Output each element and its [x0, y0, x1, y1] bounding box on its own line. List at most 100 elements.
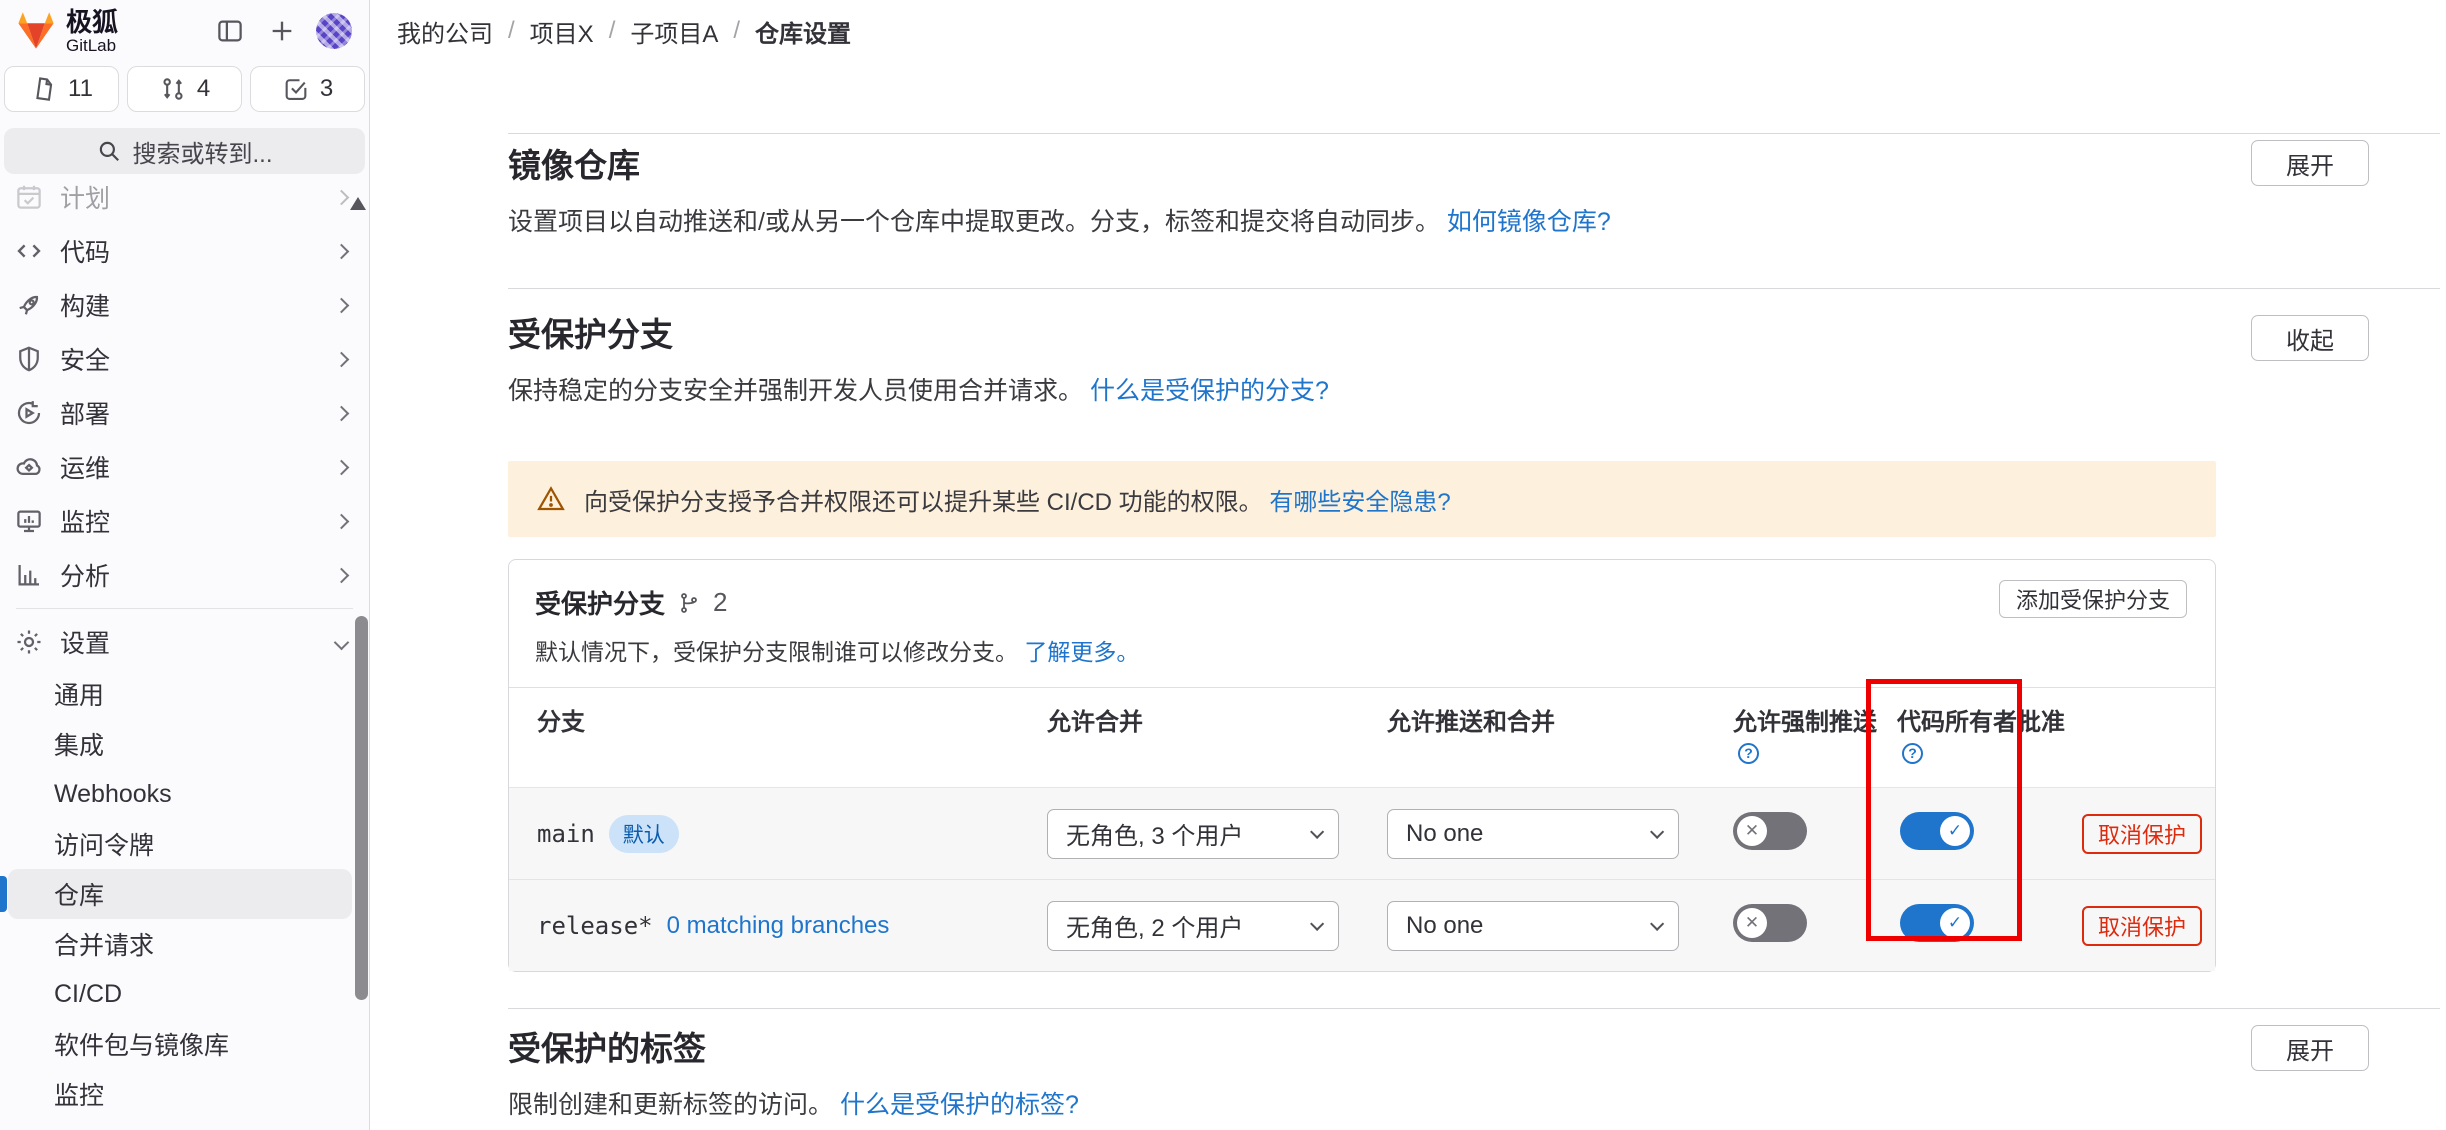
subnav-label: 仓库 [54, 876, 104, 912]
sidebar-item-monitor[interactable]: 监控 [0, 494, 369, 548]
sidebar-item-general[interactable]: 通用 [0, 669, 369, 719]
chevron-right-icon [334, 189, 350, 205]
protected-tags-expand-button[interactable]: 展开 [2251, 1025, 2369, 1071]
subnav-label: 监控 [54, 1076, 104, 1112]
subnav-label: 通用 [54, 676, 104, 712]
sidebar-top: 极狐 GitLab [0, 0, 369, 62]
breadcrumb-group[interactable]: 我的公司 [397, 14, 493, 49]
table-row: main 默认 无角色, 3 个用户 No one ✕ [509, 787, 2215, 879]
merge-requests-count: 4 [197, 75, 210, 103]
protected-tags-help-link[interactable]: 什么是受保护的标签? [840, 1091, 1079, 1119]
nav-label: 监控 [60, 503, 320, 539]
chart-icon [14, 560, 44, 590]
warning-text: 向受保护分支授予合并权限还可以提升某些 CI/CD 功能的权限。 [584, 489, 1263, 516]
chevron-down-icon [1650, 916, 1664, 930]
protected-tags-description-text: 限制创建和更新标签的访问。 [508, 1091, 833, 1119]
settings-content: 镜像仓库 设置项目以自动推送和/或从另一个仓库中提取更改。分支，标签和提交将自动… [371, 133, 2446, 1130]
todos-counter[interactable]: 3 [250, 66, 365, 112]
merge-requests-counter[interactable]: 4 [127, 66, 242, 112]
warning-help-link[interactable]: 有哪些安全隐患? [1269, 489, 1450, 516]
force-push-toggle[interactable]: ✕ [1733, 812, 1807, 850]
monitor-icon [14, 506, 44, 536]
unprotect-button[interactable]: 取消保护 [2082, 906, 2202, 946]
protected-branches-help-link[interactable]: 什么是受保护的分支? [1090, 377, 1329, 405]
protected-branches-collapse-button[interactable]: 收起 [2251, 315, 2369, 361]
sidebar-item-integrations[interactable]: 集成 [0, 719, 369, 769]
mirror-section-title: 镜像仓库 [508, 146, 1611, 186]
counter-pills: 11 4 3 [0, 62, 369, 112]
scroll-up-arrow-icon[interactable] [350, 197, 366, 210]
code-owner-help-icon[interactable]: ? [1902, 743, 1923, 764]
allowed-to-push-dropdown[interactable]: No one [1387, 809, 1679, 859]
force-push-toggle[interactable]: ✕ [1733, 904, 1807, 942]
security-warning-banner: 向受保护分支授予合并权限还可以提升某些 CI/CD 功能的权限。 有哪些安全隐患… [508, 461, 2216, 537]
nav-label: 分析 [60, 557, 320, 593]
sidebar-item-access-tokens[interactable]: 访问令牌 [0, 819, 369, 869]
sidebar-item-monitor-settings[interactable]: 监控 [0, 1069, 369, 1119]
code-owner-approval-toggle[interactable]: ✓ [1900, 904, 1974, 942]
sidebar-item-build[interactable]: 构建 [0, 278, 369, 332]
protected-branches-card: 受保护分支 2 默认情况下，受保护分支限制谁可以修改分支。 了解更多。 [508, 559, 2216, 972]
matching-branches-link[interactable]: 0 matching branches [667, 912, 890, 940]
mirror-section-description: 设置项目以自动推送和/或从另一个仓库中提取更改。分支，标签和提交将自动同步。 如… [508, 202, 1611, 238]
subnav-label: 软件包与镜像库 [54, 1026, 229, 1062]
settings-subnav: 通用 集成 Webhooks 访问令牌 仓库 合并请求 CI/CD 软件包 [0, 669, 369, 1119]
breadcrumb-separator: / [733, 17, 740, 45]
sidebar-item-analyze[interactable]: 分析 [0, 548, 369, 602]
sidebar-item-merge-requests[interactable]: 合并请求 [0, 919, 369, 969]
allowed-to-merge-dropdown[interactable]: 无角色, 3 个用户 [1047, 809, 1339, 859]
new-menu-button[interactable] [261, 10, 303, 52]
force-push-help-icon[interactable]: ? [1738, 743, 1759, 764]
breadcrumb-current-page: 仓库设置 [755, 14, 851, 49]
allowed-to-merge-dropdown[interactable]: 无角色, 2 个用户 [1047, 901, 1339, 951]
search-icon [96, 138, 122, 164]
sidebar-item-repository[interactable]: 仓库 [8, 869, 352, 919]
chevron-right-icon [334, 351, 350, 367]
sidebar-collapse-button[interactable] [209, 10, 251, 52]
code-owner-approval-toggle[interactable]: ✓ [1900, 812, 1974, 850]
breadcrumb-project[interactable]: 项目X [530, 14, 594, 49]
column-branch: 分支 [509, 708, 1041, 787]
dropdown-value: No one [1406, 820, 1483, 848]
unprotect-button[interactable]: 取消保护 [2082, 814, 2202, 854]
issues-icon [30, 75, 58, 103]
card-learn-more-link[interactable]: 了解更多。 [1024, 639, 1139, 665]
sidebar-item-code[interactable]: 代码 [0, 224, 369, 278]
sidebar-item-packages[interactable]: 软件包与镜像库 [0, 1019, 369, 1069]
chevron-right-icon [334, 297, 350, 313]
toggle-check-icon: ✓ [1940, 816, 1970, 846]
nav-label: 构建 [60, 287, 320, 323]
chevron-down-icon [1310, 916, 1324, 930]
nav-label: 计划 [60, 184, 320, 215]
sidebar-item-operate[interactable]: 运维 [0, 440, 369, 494]
deploy-icon [14, 398, 44, 428]
sidebar-item-webhooks[interactable]: Webhooks [0, 769, 369, 819]
sidebar-item-deploy[interactable]: 部署 [0, 386, 369, 440]
search-input[interactable]: 搜索或转到... [4, 128, 365, 174]
default-badge: 默认 [609, 815, 679, 853]
subnav-label: 合并请求 [54, 926, 154, 962]
card-title: 受保护分支 [535, 584, 665, 621]
sidebar-scrollbar[interactable] [355, 616, 368, 1000]
nav-label: 设置 [60, 624, 320, 660]
sidebar-item-security[interactable]: 安全 [0, 332, 369, 386]
sidebar-item-settings[interactable]: 设置 [0, 615, 369, 669]
sidebar-item-cicd[interactable]: CI/CD [0, 969, 369, 1019]
main-area: 我的公司 / 项目X / 子项目A / 仓库设置 镜像仓库 设置项目以自动推送和… [371, 0, 2446, 1130]
sidebar-item-plan[interactable]: 计划 [0, 184, 369, 224]
issues-counter[interactable]: 11 [4, 66, 119, 112]
dropdown-value: 无角色, 2 个用户 [1066, 908, 1243, 943]
mirror-help-link[interactable]: 如何镜像仓库? [1447, 208, 1611, 236]
mirror-expand-button[interactable]: 展开 [2251, 140, 2369, 186]
allowed-to-push-dropdown[interactable]: No one [1387, 901, 1679, 951]
breadcrumb-subproject[interactable]: 子项目A [630, 14, 718, 49]
gear-icon [14, 627, 44, 657]
user-avatar[interactable] [313, 10, 355, 52]
gitlab-logo[interactable]: 极狐 GitLab [14, 9, 118, 54]
chevron-right-icon [334, 243, 350, 259]
subnav-label: 集成 [54, 726, 104, 762]
merge-request-icon [159, 75, 187, 103]
tanuki-icon [14, 10, 58, 52]
topbar: 我的公司 / 项目X / 子项目A / 仓库设置 [371, 0, 2446, 62]
add-protected-branch-button[interactable]: 添加受保护分支 [1999, 580, 2187, 618]
